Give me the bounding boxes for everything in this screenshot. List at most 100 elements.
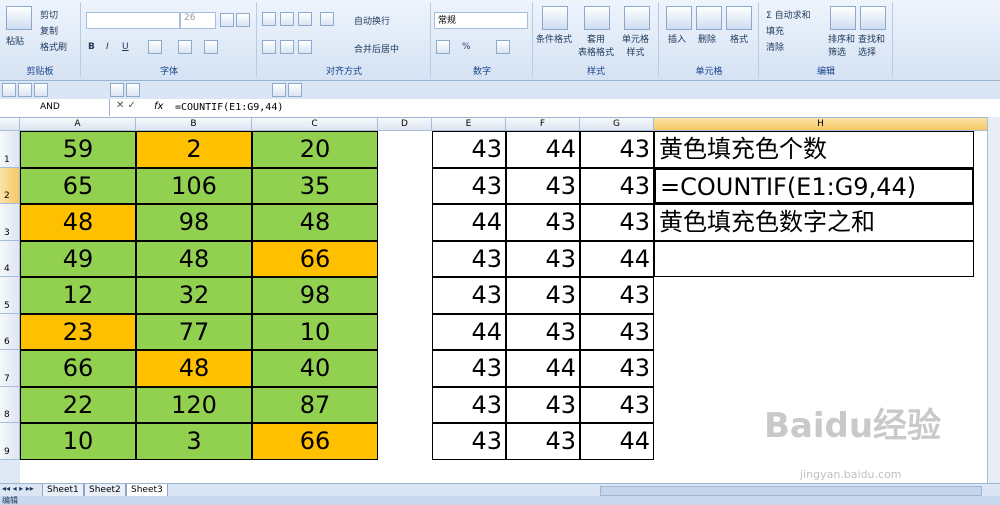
cell-b6[interactable]: 77 [136, 314, 252, 350]
row-header-5[interactable]: 5 [0, 277, 20, 314]
cell-b1[interactable]: 2 [136, 131, 252, 168]
sort-filter-icon[interactable] [830, 6, 856, 30]
delete-button[interactable]: 删除 [698, 32, 716, 45]
cell-styles-button[interactable]: 单元格 样式 [622, 32, 649, 58]
delete-icon[interactable] [696, 6, 722, 30]
row-header-1[interactable]: 1 [0, 131, 20, 168]
border-icon[interactable] [148, 40, 162, 54]
vertical-scrollbar[interactable] [987, 117, 1000, 483]
column-header-d[interactable]: D [378, 118, 432, 131]
cell-b9[interactable]: 3 [136, 423, 252, 460]
table-format-icon[interactable] [584, 6, 610, 30]
row-header-2[interactable]: 2 [0, 168, 20, 204]
formula-input[interactable]: =COUNTIF(E1:G9,44) [175, 99, 283, 116]
cell-a6[interactable]: 23 [20, 314, 136, 350]
cell-a4[interactable]: 49 [20, 241, 136, 277]
column-header-c[interactable]: C [252, 118, 378, 131]
conditional-format-icon[interactable] [542, 6, 568, 30]
insert-button[interactable]: 插入 [668, 32, 686, 45]
cell-a8[interactable]: 22 [20, 387, 136, 423]
cell-g3[interactable]: 43 [580, 204, 654, 241]
cell-g5[interactable]: 43 [580, 277, 654, 314]
cell-g8[interactable]: 43 [580, 387, 654, 423]
save-icon[interactable] [2, 83, 16, 97]
row-header-8[interactable]: 8 [0, 387, 20, 423]
decimal-icon[interactable] [496, 40, 510, 54]
font-size-select[interactable]: 26 [180, 12, 216, 29]
cell-h4[interactable] [654, 241, 974, 277]
align-bottom-icon[interactable] [298, 12, 312, 26]
cell-h1[interactable]: 黄色填充色个数 [654, 131, 974, 168]
cell-c2[interactable]: 35 [252, 168, 378, 204]
table-format-button[interactable]: 套用 表格格式 [578, 32, 614, 58]
cell-g7[interactable]: 43 [580, 350, 654, 387]
horizontal-scrollbar[interactable] [600, 486, 982, 496]
column-header-f[interactable]: F [506, 118, 580, 131]
cell-f8[interactable]: 43 [506, 387, 580, 423]
column-header-b[interactable]: B [136, 118, 252, 131]
cell-c5[interactable]: 98 [252, 277, 378, 314]
select-all-button[interactable] [0, 118, 20, 131]
paste-icon[interactable] [6, 6, 32, 30]
row-header-9[interactable]: 9 [0, 423, 20, 460]
autosum-button[interactable]: Σ 自动求和 [766, 8, 811, 21]
cell-f9[interactable]: 43 [506, 423, 580, 460]
sort-icon[interactable] [288, 83, 302, 97]
column-header-h[interactable]: H [654, 118, 988, 131]
print-preview-icon[interactable] [110, 83, 124, 97]
merge-center-button[interactable]: 合并后居中 [354, 42, 399, 55]
cell-b2[interactable]: 106 [136, 168, 252, 204]
cell-c1[interactable]: 20 [252, 131, 378, 168]
cell-e1[interactable]: 43 [432, 131, 506, 168]
cell-f1[interactable]: 44 [506, 131, 580, 168]
row-header-4[interactable]: 4 [0, 241, 20, 277]
cell-f5[interactable]: 43 [506, 277, 580, 314]
cell-c3[interactable]: 48 [252, 204, 378, 241]
shrink-font-icon[interactable] [236, 13, 250, 27]
cell-g1[interactable]: 43 [580, 131, 654, 168]
cell-a2[interactable]: 65 [20, 168, 136, 204]
cell-g6[interactable]: 43 [580, 314, 654, 350]
insert-function-button[interactable]: fx [154, 101, 163, 112]
orientation-icon[interactable] [320, 12, 334, 26]
row-header-7[interactable]: 7 [0, 350, 20, 387]
cell-styles-icon[interactable] [624, 6, 650, 30]
row-header-3[interactable]: 3 [0, 204, 20, 241]
cell-c4[interactable]: 66 [252, 241, 378, 277]
sort-filter-button[interactable]: 排序和 筛选 [828, 32, 855, 58]
cell-a1[interactable]: 59 [20, 131, 136, 168]
wrap-text-button[interactable]: 自动换行 [354, 14, 390, 27]
clear-button[interactable]: 清除 [766, 40, 784, 53]
cell-e5[interactable]: 43 [432, 277, 506, 314]
cell-f7[interactable]: 44 [506, 350, 580, 387]
format-button[interactable]: 格式 [730, 32, 748, 45]
conditional-format-button[interactable]: 条件格式 [536, 32, 572, 45]
tab-nav-arrows[interactable]: ◂◂ ◂ ▸ ▸▸ [2, 484, 34, 493]
chart-icon[interactable] [272, 83, 286, 97]
align-right-icon[interactable] [298, 40, 312, 54]
column-header-g[interactable]: G [580, 118, 654, 131]
cell-f4[interactable]: 43 [506, 241, 580, 277]
redo-icon[interactable] [34, 83, 48, 97]
cell-e7[interactable]: 43 [432, 350, 506, 387]
align-top-icon[interactable] [262, 12, 276, 26]
cancel-enter-icons[interactable]: ✕ ✓ [116, 100, 136, 111]
grow-font-icon[interactable] [220, 13, 234, 27]
cell-e3[interactable]: 44 [432, 204, 506, 241]
cell-e9[interactable]: 43 [432, 423, 506, 460]
cell-h3[interactable]: 黄色填充色数字之和 [654, 204, 974, 241]
align-center-icon[interactable] [280, 40, 294, 54]
cell-e4[interactable]: 43 [432, 241, 506, 277]
cell-f6[interactable]: 43 [506, 314, 580, 350]
cell-b3[interactable]: 98 [136, 204, 252, 241]
cell-c7[interactable]: 40 [252, 350, 378, 387]
cell-g9[interactable]: 44 [580, 423, 654, 460]
cut-button[interactable]: 剪切 [40, 8, 58, 21]
undo-icon[interactable] [18, 83, 32, 97]
cell-e6[interactable]: 44 [432, 314, 506, 350]
cell-h2[interactable]: =COUNTIF(E1:G9,44) [654, 168, 974, 204]
cell-b4[interactable]: 48 [136, 241, 252, 277]
cell-a3[interactable]: 48 [20, 204, 136, 241]
format-icon[interactable] [726, 6, 752, 30]
cell-f2[interactable]: 43 [506, 168, 580, 204]
